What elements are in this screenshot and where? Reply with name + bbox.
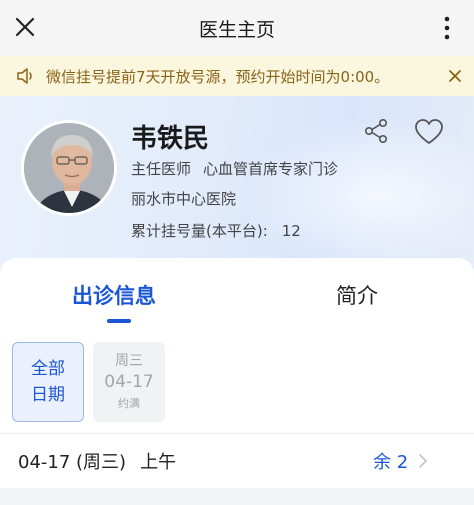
slot-period: 上午: [140, 452, 177, 473]
slot-row[interactable]: 04-17 (周三) 上午: [18, 448, 176, 474]
doctor-title-line: 主任医师 心血管首席专家门诊: [131, 158, 338, 179]
slot-remaining[interactable]: 余 2: [373, 448, 408, 474]
tab-schedule[interactable]: 出诊信息: [72, 280, 156, 310]
bottom-strip: [0, 488, 474, 505]
heart-icon[interactable]: [414, 118, 444, 146]
date-chip-date: 04-17: [104, 372, 154, 392]
appointment-count: 12: [281, 222, 301, 240]
date-chip-weekday: 周三: [115, 353, 143, 369]
doctor-hospital: 丽水市中心医院: [131, 190, 237, 208]
date-chip-status: 约满: [118, 397, 140, 410]
all-dates-button[interactable]: 全部 日期: [12, 342, 84, 422]
doctor-profile: 韦铁民 主任医师 心血管首席专家门诊 丽水市中心医院 累计挂号量(本平台): 12: [0, 96, 474, 276]
divider: [0, 433, 474, 434]
slot-date: 04-17 (周三): [18, 452, 127, 473]
page-title: 医生主页: [198, 19, 275, 41]
notice-bar: 微信挂号提前7天开放号源，预约开始时间为0:00。: [0, 56, 474, 96]
all-dates-label-2: 日期: [31, 385, 65, 405]
doctor-department: 心血管首席专家门诊: [203, 160, 339, 178]
doctor-name: 韦铁民: [131, 124, 210, 154]
more-vertical-icon[interactable]: [440, 16, 454, 40]
appointment-count-line: 累计挂号量(本平台): 12: [131, 220, 301, 241]
doctor-portrait-icon: [24, 123, 114, 213]
schedule-card: 出诊信息 简介 全部 日期 周三 04-17 约满 04-17 (周三) 上午 余…: [0, 258, 474, 488]
doctor-title: 主任医师: [131, 160, 192, 178]
share-icon[interactable]: [363, 118, 389, 144]
top-bar: 医生主页: [0, 0, 474, 56]
date-chip[interactable]: 周三 04-17 约满: [93, 342, 165, 422]
speaker-icon: [17, 68, 32, 84]
notice-text: 微信挂号提前7天开放号源，预约开始时间为0:00。: [46, 68, 390, 86]
tab-indicator: [107, 319, 131, 323]
close-icon[interactable]: [446, 67, 464, 85]
avatar: [21, 120, 117, 216]
chevron-right-icon[interactable]: [418, 453, 428, 469]
tab-intro[interactable]: 简介: [336, 280, 378, 310]
all-dates-label-1: 全部: [31, 359, 65, 379]
appointment-count-label: 累计挂号量(本平台):: [131, 222, 268, 240]
